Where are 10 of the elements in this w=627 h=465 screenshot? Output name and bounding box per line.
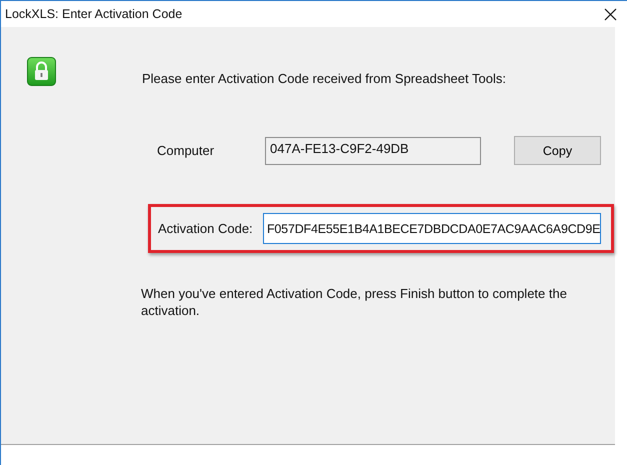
computer-label: Computer <box>157 143 216 158</box>
close-icon[interactable] <box>604 8 617 20</box>
finish-instruction-text: When you've entered Activation Code, press Finish button to complete the activation. <box>141 285 568 319</box>
copy-button[interactable]: Copy <box>514 136 601 165</box>
instruction-text: Please enter Activation Code received from Spreadsheet Tools: <box>142 71 506 86</box>
padlock-icon <box>27 57 56 86</box>
computer-id-field[interactable]: 047A-FE13-C9F2-49DB <box>265 136 481 164</box>
window-title: LockXLS: Enter Activation Code <box>5 7 182 21</box>
activation-code-label: Activation Code: <box>158 221 254 236</box>
activation-code-field[interactable]: F057DF4E55E1B4A1BECE7DBDCDA0E7AC9AAC6A9CD9E <box>263 213 601 244</box>
